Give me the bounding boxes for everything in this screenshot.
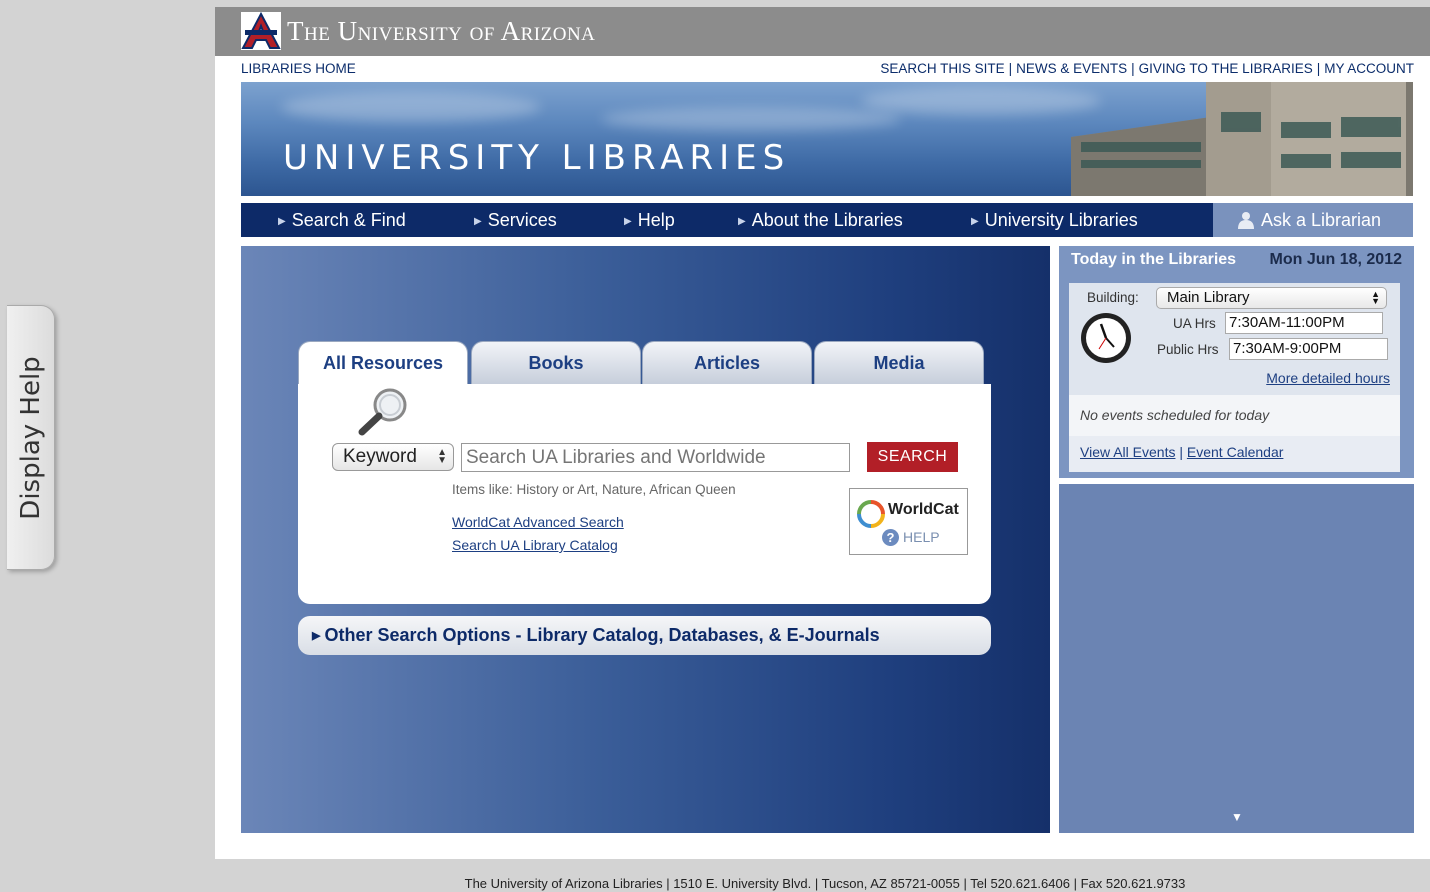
- tab-articles[interactable]: Articles: [642, 341, 812, 385]
- sidebar-feature-panel: ▼: [1059, 484, 1414, 833]
- other-search-options-label: Other Search Options - Library Catalog, …: [324, 625, 880, 645]
- university-header-bar: The University of Arizona: [215, 7, 1430, 56]
- search-panel: Keyword ▲▼ SEARCH Items like: History or…: [298, 384, 991, 604]
- my-account-link[interactable]: MY ACCOUNT: [1324, 61, 1414, 76]
- today-title: Today in the Libraries: [1071, 251, 1237, 268]
- triangle-right-icon: ▶: [738, 216, 746, 227]
- search-this-site-link[interactable]: SEARCH THIS SITE: [880, 61, 1004, 76]
- nav-about[interactable]: ▶ About the Libraries: [738, 203, 903, 237]
- select-arrows-icon: ▲ ▼: [1371, 289, 1380, 306]
- question-icon: ?: [882, 529, 899, 546]
- public-hrs-value: 7:30AM-9:00PM: [1229, 338, 1388, 360]
- display-help-label: Display Help: [15, 355, 46, 520]
- tab-books[interactable]: Books: [471, 341, 641, 385]
- hours-area: Building: Main Library ▲ ▼ UA Hrs 7:30AM-…: [1069, 283, 1400, 395]
- no-events-message: No events scheduled for today: [1069, 395, 1400, 436]
- search-area: All Resources Books Articles Media Keywo…: [241, 246, 1050, 833]
- worldcat-box[interactable]: WorldCat ? HELP: [849, 488, 968, 555]
- nav-search-find[interactable]: ▶ Search & Find: [278, 203, 406, 237]
- today-date: Mon Jun 18, 2012: [1269, 251, 1403, 268]
- person-icon: [1238, 212, 1254, 229]
- ua-hrs-label: UA Hrs: [1173, 316, 1216, 331]
- event-calendar-link[interactable]: Event Calendar: [1187, 444, 1284, 460]
- utility-links: SEARCH THIS SITE | NEWS & EVENTS | GIVIN…: [880, 61, 1414, 76]
- nav-label: Services: [487, 210, 557, 230]
- library-building-image: [1071, 82, 1413, 196]
- libraries-home-link[interactable]: LIBRARIES HOME: [241, 61, 356, 76]
- nav-label: About the Libraries: [751, 210, 903, 230]
- triangle-right-icon: ▶: [312, 630, 321, 642]
- select-arrows-icon: ▲ ▼: [437, 447, 447, 466]
- more-detailed-hours-link[interactable]: More detailed hours: [1266, 370, 1390, 386]
- worldcat-logo-icon: [857, 500, 885, 528]
- public-hrs-label: Public Hrs: [1157, 342, 1219, 357]
- triangle-down-icon[interactable]: ▼: [1231, 810, 1243, 824]
- separator: |: [1179, 444, 1187, 460]
- nav-label: Search & Find: [291, 210, 406, 230]
- view-all-events-link[interactable]: View All Events: [1080, 444, 1175, 460]
- search-input[interactable]: [461, 443, 850, 472]
- today-inner: Building: Main Library ▲ ▼ UA Hrs 7:30AM-…: [1069, 283, 1400, 472]
- building-value: Main Library: [1167, 289, 1250, 306]
- clock-icon: [1081, 313, 1131, 363]
- search-tabs: All Resources Books Articles Media: [298, 341, 991, 387]
- other-search-options[interactable]: ▶ Other Search Options - Library Catalog,…: [298, 616, 991, 655]
- today-in-libraries: Today in the Libraries Mon Jun 18, 2012 …: [1059, 246, 1414, 478]
- tab-all-resources[interactable]: All Resources: [298, 341, 468, 387]
- ask-a-librarian-button[interactable]: Ask a Librarian: [1213, 203, 1413, 237]
- banner: UNIVERSITY LIBRARIES: [241, 82, 1413, 196]
- search-type-select[interactable]: Keyword ▲ ▼: [332, 443, 454, 471]
- triangle-right-icon: ▶: [971, 216, 979, 227]
- main-nav: ▶ Search & Find ▶ Services ▶ Help ▶ About th…: [241, 203, 1413, 237]
- worldcat-help[interactable]: ? HELP: [882, 529, 940, 546]
- worldcat-help-label: HELP: [903, 529, 940, 545]
- building-label: Building:: [1087, 290, 1139, 305]
- ask-label: Ask a Librarian: [1261, 210, 1382, 230]
- event-links: View All Events | Event Calendar: [1080, 444, 1283, 460]
- nav-university-libraries[interactable]: ▶ University Libraries: [971, 203, 1138, 237]
- triangle-right-icon: ▶: [624, 216, 632, 227]
- search-hint: Items like: History or Art, Nature, Afri…: [452, 482, 736, 497]
- separator: |: [1131, 61, 1135, 76]
- search-button[interactable]: SEARCH: [867, 442, 958, 472]
- news-events-link[interactable]: NEWS & EVENTS: [1016, 61, 1127, 76]
- display-help-tab[interactable]: Display Help: [7, 305, 55, 570]
- separator: |: [1316, 61, 1321, 76]
- nav-label: Help: [637, 210, 675, 230]
- tab-media[interactable]: Media: [814, 341, 984, 385]
- search-type-value: Keyword: [343, 446, 417, 467]
- footer-address: The University of Arizona Libraries | 15…: [464, 876, 1186, 891]
- worldcat-advanced-search-link[interactable]: WorldCat Advanced Search: [452, 514, 624, 530]
- banner-title: UNIVERSITY LIBRARIES: [283, 138, 791, 178]
- nav-help[interactable]: ▶ Help: [624, 203, 675, 237]
- nav-label: University Libraries: [984, 210, 1138, 230]
- ua-logo-icon[interactable]: [241, 12, 281, 50]
- magnifier-icon: [358, 388, 407, 436]
- nav-services[interactable]: ▶ Services: [474, 203, 557, 237]
- triangle-right-icon: ▶: [474, 216, 482, 227]
- ua-hrs-value: 7:30AM-11:00PM: [1225, 312, 1383, 334]
- search-catalog-link[interactable]: Search UA Library Catalog: [452, 537, 618, 553]
- separator: |: [1008, 61, 1013, 76]
- building-select[interactable]: Main Library ▲ ▼: [1156, 287, 1387, 309]
- triangle-right-icon: ▶: [278, 216, 286, 227]
- page-frame: The University of Arizona LIBRARIES HOME…: [215, 7, 1430, 859]
- university-name[interactable]: The University of Arizona: [287, 16, 595, 47]
- giving-link[interactable]: GIVING TO THE LIBRARIES: [1139, 61, 1313, 76]
- worldcat-name: WorldCat: [888, 501, 959, 518]
